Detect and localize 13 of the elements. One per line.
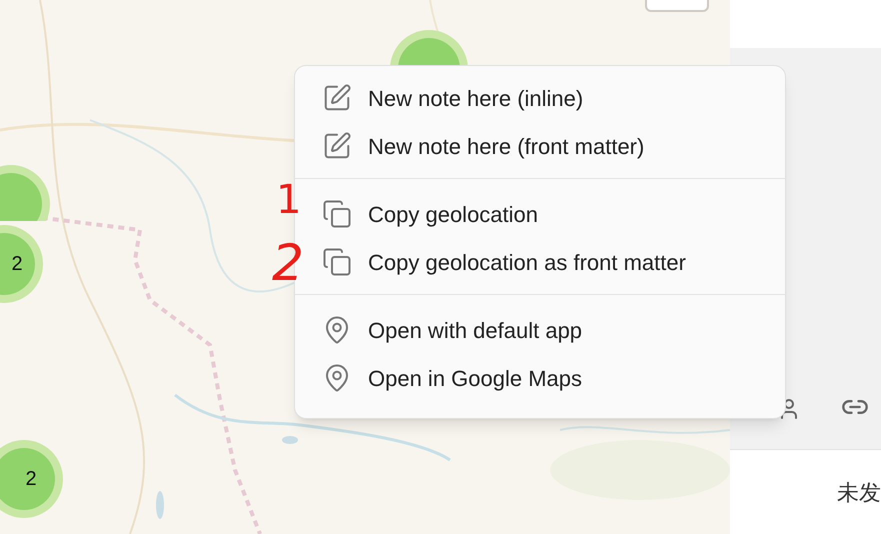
edit-icon bbox=[322, 83, 352, 113]
copy-icon bbox=[322, 199, 352, 229]
copy-icon bbox=[322, 247, 352, 277]
annotation-mark: 2 bbox=[272, 238, 304, 288]
menu-item[interactable]: New note here (inline) bbox=[295, 74, 785, 122]
menu-item[interactable]: Open in Google Maps bbox=[295, 354, 785, 402]
menu-item[interactable]: Open with default app bbox=[295, 306, 785, 354]
annotation-mark: 1 bbox=[276, 180, 302, 220]
empty-message: 未发 bbox=[836, 478, 881, 506]
menu-item[interactable]: New note here (front matter) bbox=[295, 122, 785, 170]
edit-icon bbox=[322, 131, 352, 161]
cluster-count: 2 bbox=[10, 252, 23, 277]
cluster-count: 2 bbox=[24, 467, 37, 492]
